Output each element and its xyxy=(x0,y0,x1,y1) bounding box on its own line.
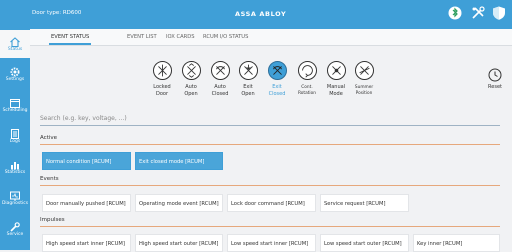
sidebar-item-label: Logs xyxy=(9,139,21,144)
sidebar-item-settings[interactable]: Settings xyxy=(0,60,30,88)
mode-label-line1: Exit xyxy=(243,84,253,90)
manual-mode-icon xyxy=(327,61,346,80)
tab-event-list[interactable]: EVENT LIST xyxy=(127,34,157,40)
event-card[interactable]: Key inner [RCUM] xyxy=(413,234,500,252)
mode-label-line2: Closed xyxy=(211,91,229,97)
bluetooth-lock-icon[interactable] xyxy=(447,5,463,21)
gear-icon xyxy=(9,63,21,77)
mode-label-line2: Open xyxy=(241,91,255,97)
event-card[interactable]: Lock door command [RCUM] xyxy=(227,194,316,212)
wrench-icon xyxy=(9,218,21,232)
auto-open-icon xyxy=(182,61,201,80)
tools-icon[interactable] xyxy=(470,5,486,21)
diagnostics-icon xyxy=(9,187,21,201)
mode-label-line2: Open xyxy=(184,91,198,97)
exit-closed-icon xyxy=(268,61,287,80)
mode-label-line2: Closed xyxy=(268,91,286,97)
mode-label-line1: Manual xyxy=(326,84,346,90)
tab-event-status[interactable]: EVENT STATUS xyxy=(48,34,92,45)
exit-open-icon xyxy=(239,61,258,80)
sidebar: Status Settings Scheduling Logs Statisti… xyxy=(0,29,30,250)
sidebar-item-status[interactable]: Status xyxy=(0,30,30,58)
sidebar-item-label: Settings xyxy=(5,77,25,82)
section-heading-impulses: Impulses xyxy=(40,217,500,227)
event-card[interactable]: Low speed start outer [RCUM] xyxy=(320,234,409,252)
home-icon xyxy=(9,33,21,48)
document-icon xyxy=(9,125,21,139)
summer-position-icon xyxy=(355,61,374,80)
event-card[interactable]: High speed start inner [RCUM] xyxy=(42,234,131,252)
event-card[interactable]: Door manually pushed [RCUM] xyxy=(42,194,131,212)
sidebar-item-label: Status xyxy=(7,47,23,52)
sidebar-item-service[interactable]: Service xyxy=(0,215,30,243)
sidebar-item-label: Scheduling xyxy=(2,108,28,113)
event-card[interactable]: Normal condition [RCUM] xyxy=(42,152,131,170)
sidebar-item-diagnostics[interactable]: Diagnostics xyxy=(0,184,30,212)
cont-rotation-icon xyxy=(298,61,317,80)
shield-icon[interactable] xyxy=(491,5,507,21)
calendar-icon xyxy=(9,94,21,108)
event-card[interactable]: Service request [RCUM] xyxy=(320,194,409,212)
mode-label-line1: Auto xyxy=(185,84,197,90)
event-card[interactable]: Low speed start inner [RCUM] xyxy=(227,234,316,252)
mode-label-line2: Position xyxy=(355,90,373,96)
top-bar: Door type: RD600 ASSA ABLOY xyxy=(0,0,512,29)
mode-label-line2: Rotation xyxy=(298,90,316,96)
search-input[interactable] xyxy=(40,112,500,126)
event-card[interactable]: High speed start outer [RCUM] xyxy=(135,234,223,252)
mode-label-line1: Exit xyxy=(272,84,282,90)
locked-door-icon xyxy=(153,61,172,80)
tab-rcum-io-status[interactable]: RCUM I/O STATUS xyxy=(203,34,248,40)
auto-closed-icon xyxy=(211,61,230,80)
event-card[interactable]: Exit closed mode [RCUM] xyxy=(135,152,223,170)
sidebar-item-logs[interactable]: Logs xyxy=(0,122,30,150)
sidebar-item-label: Statistics xyxy=(4,170,26,175)
sidebar-item-label: Diagnostics xyxy=(1,201,29,206)
mode-label-line1: Cont. xyxy=(301,85,313,90)
mode-label-line2: Door xyxy=(155,91,169,97)
tab-iox-cards[interactable]: IOX CARDS xyxy=(166,34,195,40)
mode-label-line1: Auto xyxy=(214,84,226,90)
reset-label: Reset xyxy=(488,84,502,90)
brand-logo: ASSA ABLOY xyxy=(235,10,287,18)
sidebar-item-statistics[interactable]: Statistics xyxy=(0,153,30,181)
sidebar-item-scheduling[interactable]: Scheduling xyxy=(0,91,30,119)
bar-chart-icon xyxy=(9,156,21,170)
door-type-label: Door type: RD600 xyxy=(32,10,82,16)
mode-label-line1: Summer xyxy=(354,85,374,90)
section-heading-active: Active xyxy=(40,135,500,145)
mode-label-line2: Mode xyxy=(329,91,343,97)
event-card[interactable]: Operating mode event [RCUM] xyxy=(135,194,223,212)
sidebar-item-label: Service xyxy=(6,232,24,237)
section-heading-events: Events xyxy=(40,176,500,186)
tab-bar: EVENT STATUS EVENT LIST IOX CARDS RCUM I… xyxy=(30,29,512,46)
reset-button[interactable]: Reset xyxy=(486,67,504,90)
mode-label-line1: Locked xyxy=(153,84,171,90)
